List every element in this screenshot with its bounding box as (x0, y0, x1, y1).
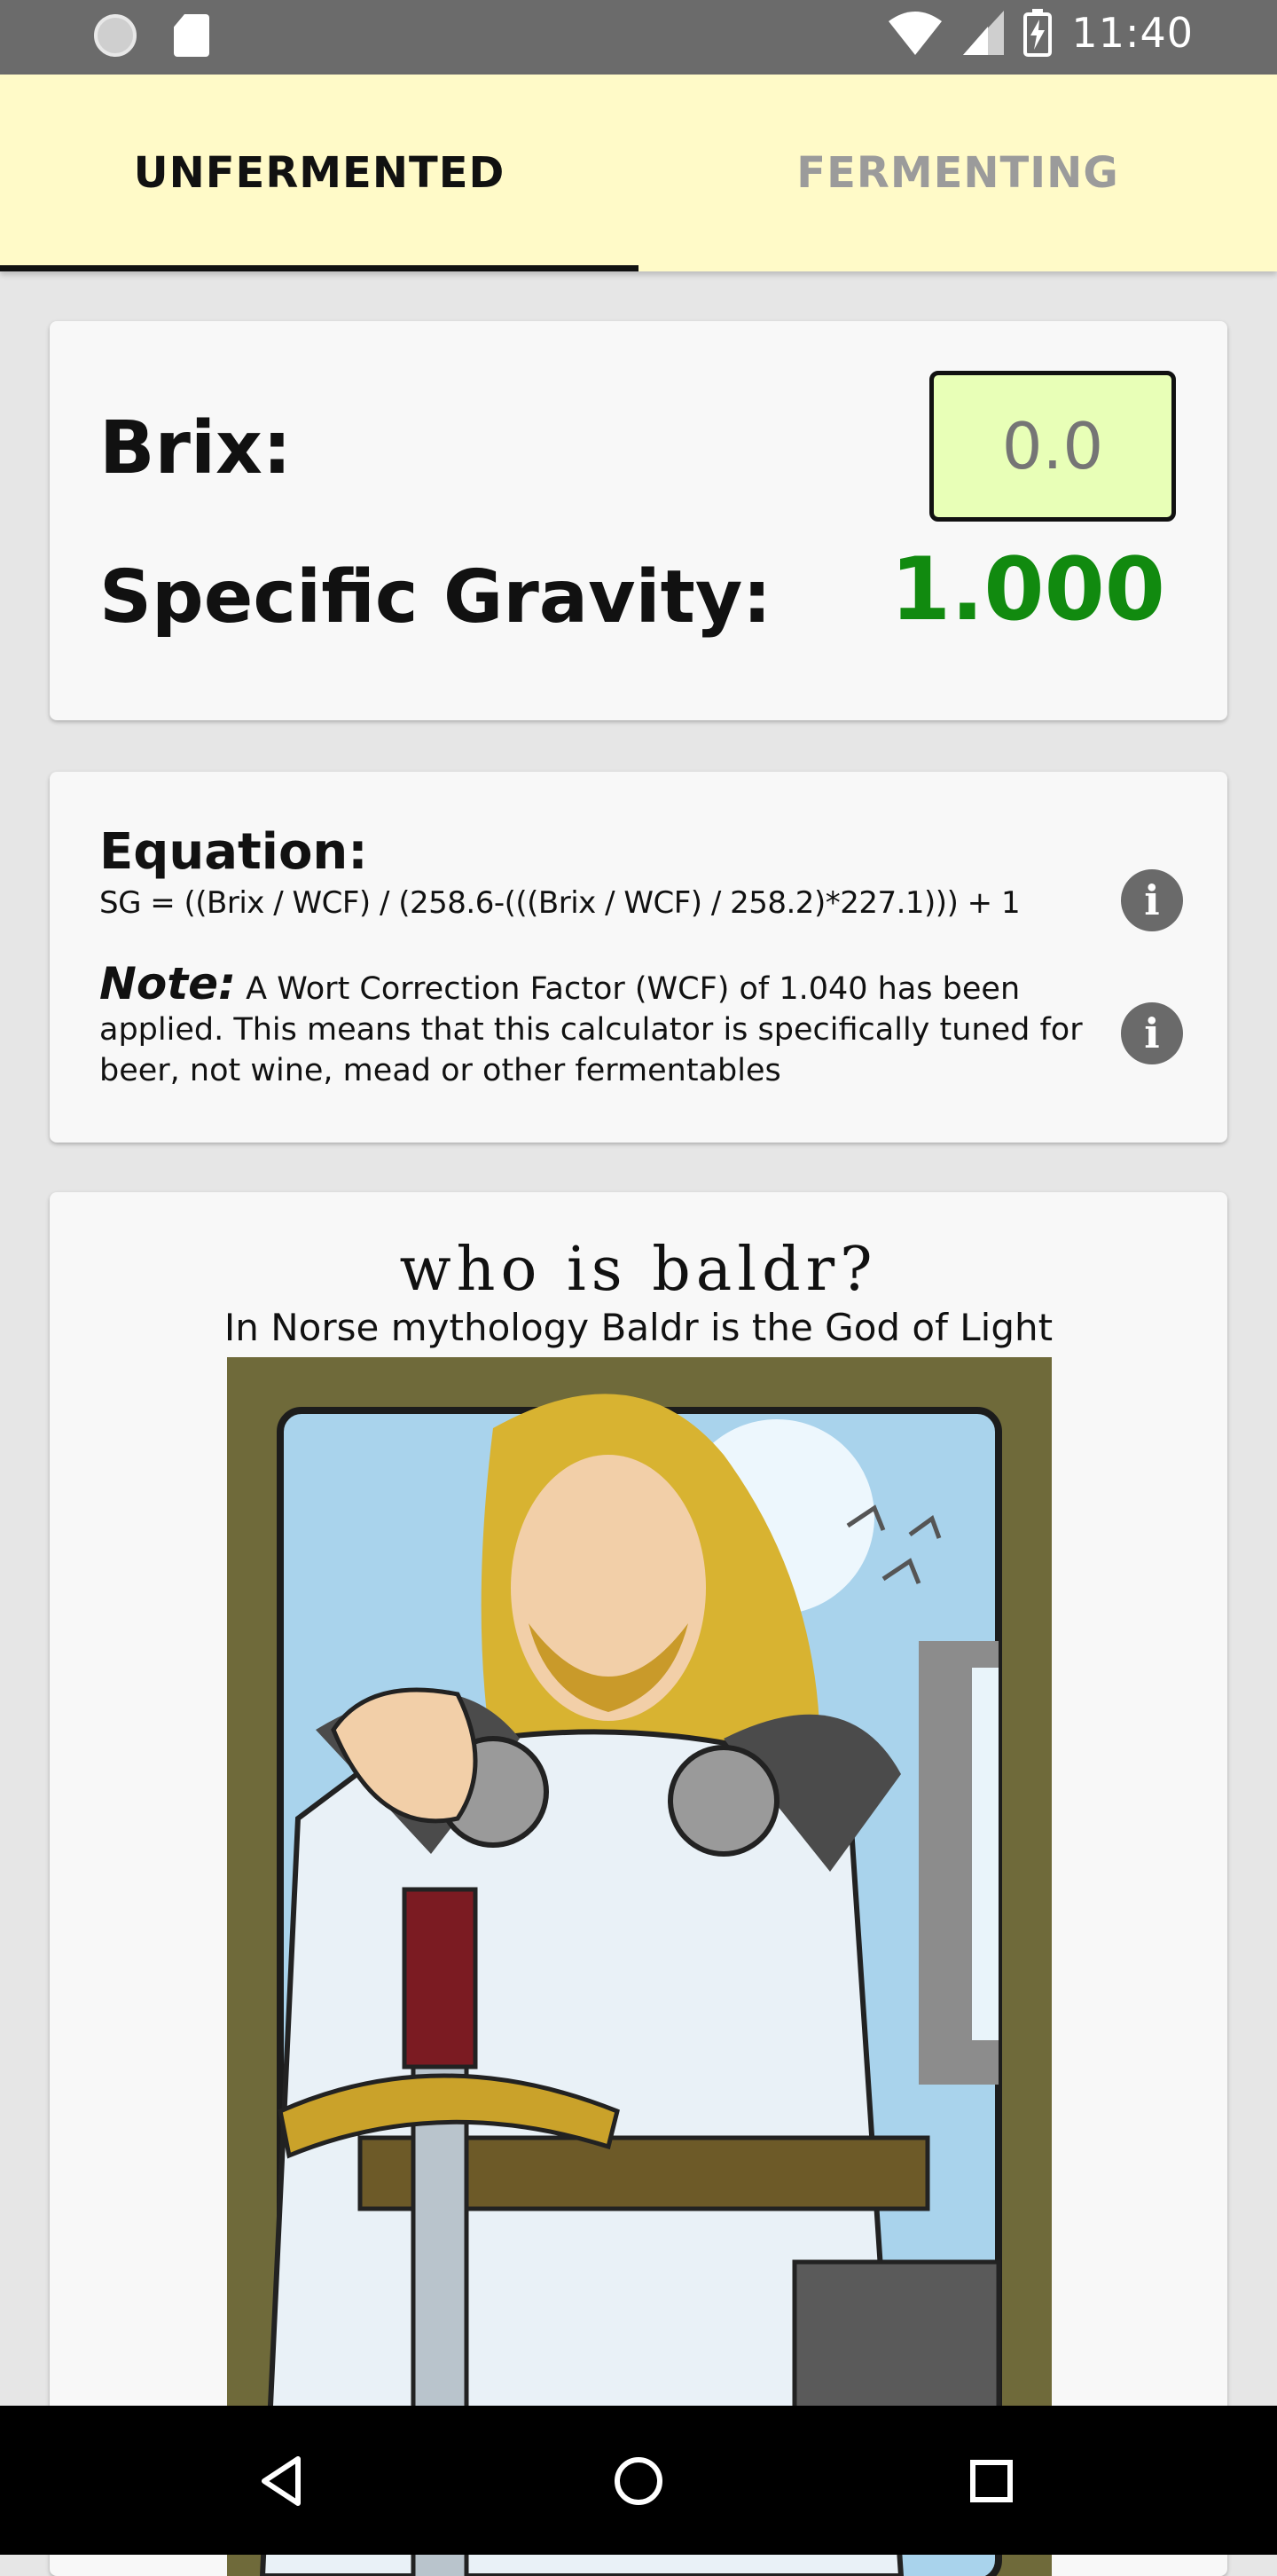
specific-gravity-value: 1.000 (890, 539, 1165, 640)
info-icon[interactable]: i (1121, 869, 1183, 931)
tab-bar: UNFERMENTED FERMENTING (0, 75, 1277, 271)
clock: 11:40 (1071, 9, 1194, 57)
note-heading: Note: (99, 958, 237, 1009)
specific-gravity-label: Specific Gravity: (99, 555, 772, 640)
status-left (94, 14, 209, 57)
home-circle-icon[interactable] (607, 2450, 670, 2512)
baldr-illustration (227, 1357, 1052, 2576)
equation-card: Equation: SG = ((Brix / WCF) / (258.6-((… (50, 772, 1227, 1143)
baldr-title: who is baldr? (399, 1235, 878, 1305)
equation-title: Equation: (99, 823, 368, 881)
back-triangle-icon[interactable] (252, 2450, 314, 2512)
equation-formula: SG = ((Brix / WCF) / (258.6-(((Brix / WC… (99, 885, 1021, 921)
baldr-illustration-art (227, 1357, 1052, 2576)
status-bar: 11:40 (0, 0, 1277, 75)
sync-icon (94, 14, 137, 57)
status-right: 11:40 (887, 9, 1194, 57)
recents-square-icon[interactable] (960, 2450, 1022, 2512)
tab-unfermented[interactable]: UNFERMENTED (0, 75, 638, 271)
calculator-card: Brix: Specific Gravity: 1.000 (50, 321, 1227, 720)
baldr-card: who is baldr? In Norse mythology Baldr i… (50, 1192, 1227, 2576)
brix-label: Brix: (99, 406, 292, 491)
battery-charging-icon (1023, 9, 1053, 57)
baldr-subtitle: In Norse mythology Baldr is the God of L… (223, 1306, 1054, 1349)
info-icon[interactable]: i (1121, 1002, 1183, 1064)
tab-fermenting[interactable]: FERMENTING (638, 75, 1277, 271)
signal-icon (963, 11, 1005, 55)
note-block: Note: A Wort Correction Factor (WCF) of … (99, 962, 1146, 1091)
note-text: A Wort Correction Factor (WCF) of 1.040 … (99, 971, 1083, 1088)
navigation-bar (0, 2406, 1277, 2555)
wifi-icon (889, 12, 943, 55)
sd-card-icon (174, 14, 209, 57)
active-tab-indicator (0, 265, 638, 271)
brix-input[interactable] (929, 371, 1176, 522)
